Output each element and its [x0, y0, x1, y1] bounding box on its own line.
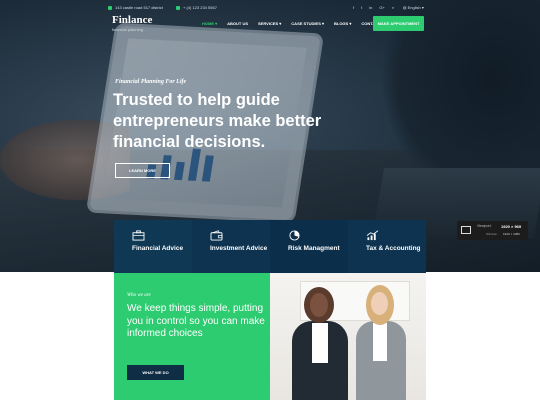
- viewport-widget: Viewport: 1920 × 969 Window: 1920 × 1080: [457, 221, 528, 240]
- nav-item-blogs[interactable]: BLOGS ▾: [334, 21, 351, 26]
- linkedin-icon[interactable]: in: [369, 5, 372, 10]
- google-plus-icon[interactable]: G+: [379, 5, 384, 10]
- service-card-tax-accounting[interactable]: Tax & Accounting: [348, 220, 426, 273]
- address-info: 143 castle road 517 district: [108, 5, 163, 10]
- woman-right-shirt: [373, 323, 387, 361]
- wallet-icon: [210, 230, 223, 241]
- social-links: f t in G+ ⌕: [353, 5, 394, 10]
- language-selector[interactable]: ◍ English ▾: [403, 5, 424, 10]
- make-appointment-button[interactable]: MAKE APPOINTMENT: [373, 16, 424, 31]
- services-row: Financial Advice Investment Advice Risk …: [114, 220, 426, 273]
- main-nav: HOME ▾ ABOUT US SERVICES ▾ CASE STUDIES …: [202, 21, 381, 26]
- phone-text: + (4) 123 234 5567: [183, 5, 217, 10]
- service-label: Tax & Accounting: [366, 245, 421, 252]
- nav-item-about[interactable]: ABOUT US: [227, 21, 248, 26]
- nav-item-home[interactable]: HOME ▾: [202, 21, 217, 26]
- woman-left-shirt: [312, 323, 328, 363]
- nav-item-services[interactable]: SERVICES ▾: [258, 21, 281, 26]
- growth-chart-icon: [366, 230, 379, 241]
- twitter-icon[interactable]: t: [361, 5, 362, 10]
- pie-chart-icon: [289, 230, 300, 241]
- facebook-icon[interactable]: f: [353, 5, 354, 10]
- search-icon[interactable]: ⌕: [392, 5, 394, 10]
- learn-more-button[interactable]: LEARN MORE: [115, 163, 170, 178]
- monitor-icon: [461, 226, 471, 234]
- service-label: Investment Advice: [210, 245, 268, 252]
- service-label: Risk Managment: [288, 245, 340, 252]
- window-value: 1920 × 1080: [503, 232, 520, 236]
- hero-headline: Trusted to help guide entrepreneurs make…: [113, 91, 322, 151]
- language-label: English ▾: [407, 5, 424, 10]
- location-icon: [108, 5, 112, 10]
- nav-item-case-studies[interactable]: CASE STUDIES ▾: [291, 21, 324, 26]
- service-card-financial-advice[interactable]: Financial Advice: [114, 220, 192, 273]
- phone-info: + (4) 123 234 5567: [176, 5, 217, 10]
- viewport-label: Viewport:: [477, 224, 492, 228]
- briefcase-icon: [132, 230, 145, 241]
- logo-name: Finlance: [112, 14, 153, 26]
- address-text: 143 castle road 517 district: [115, 5, 163, 10]
- who-we-are-panel: Who we are We keep things simple, puttin…: [114, 273, 270, 400]
- phone-icon: [176, 5, 180, 10]
- hero-eyebrow: Financial Planning For Life: [115, 79, 187, 85]
- service-card-risk-management[interactable]: Risk Managment: [270, 220, 348, 273]
- site-logo[interactable]: Finlance financial planning: [112, 14, 153, 33]
- who-we-are-text: We keep things simple, putting you in co…: [127, 303, 265, 339]
- service-card-investment-advice[interactable]: Investment Advice: [192, 220, 270, 273]
- team-photo: [270, 273, 426, 400]
- window-label: Window:: [486, 232, 498, 236]
- top-info-bar: 143 castle road 517 district + (4) 123 2…: [108, 3, 428, 13]
- logo-tagline: financial planning: [112, 27, 143, 32]
- woman-right-face: [371, 292, 388, 315]
- viewport-value: 1920 × 969: [501, 224, 522, 229]
- who-we-are-eyebrow: Who we are: [127, 293, 151, 298]
- what-we-do-button[interactable]: WHAT WE DO: [127, 365, 184, 380]
- service-label: Financial Advice: [132, 245, 184, 252]
- woman-left-face: [310, 293, 328, 317]
